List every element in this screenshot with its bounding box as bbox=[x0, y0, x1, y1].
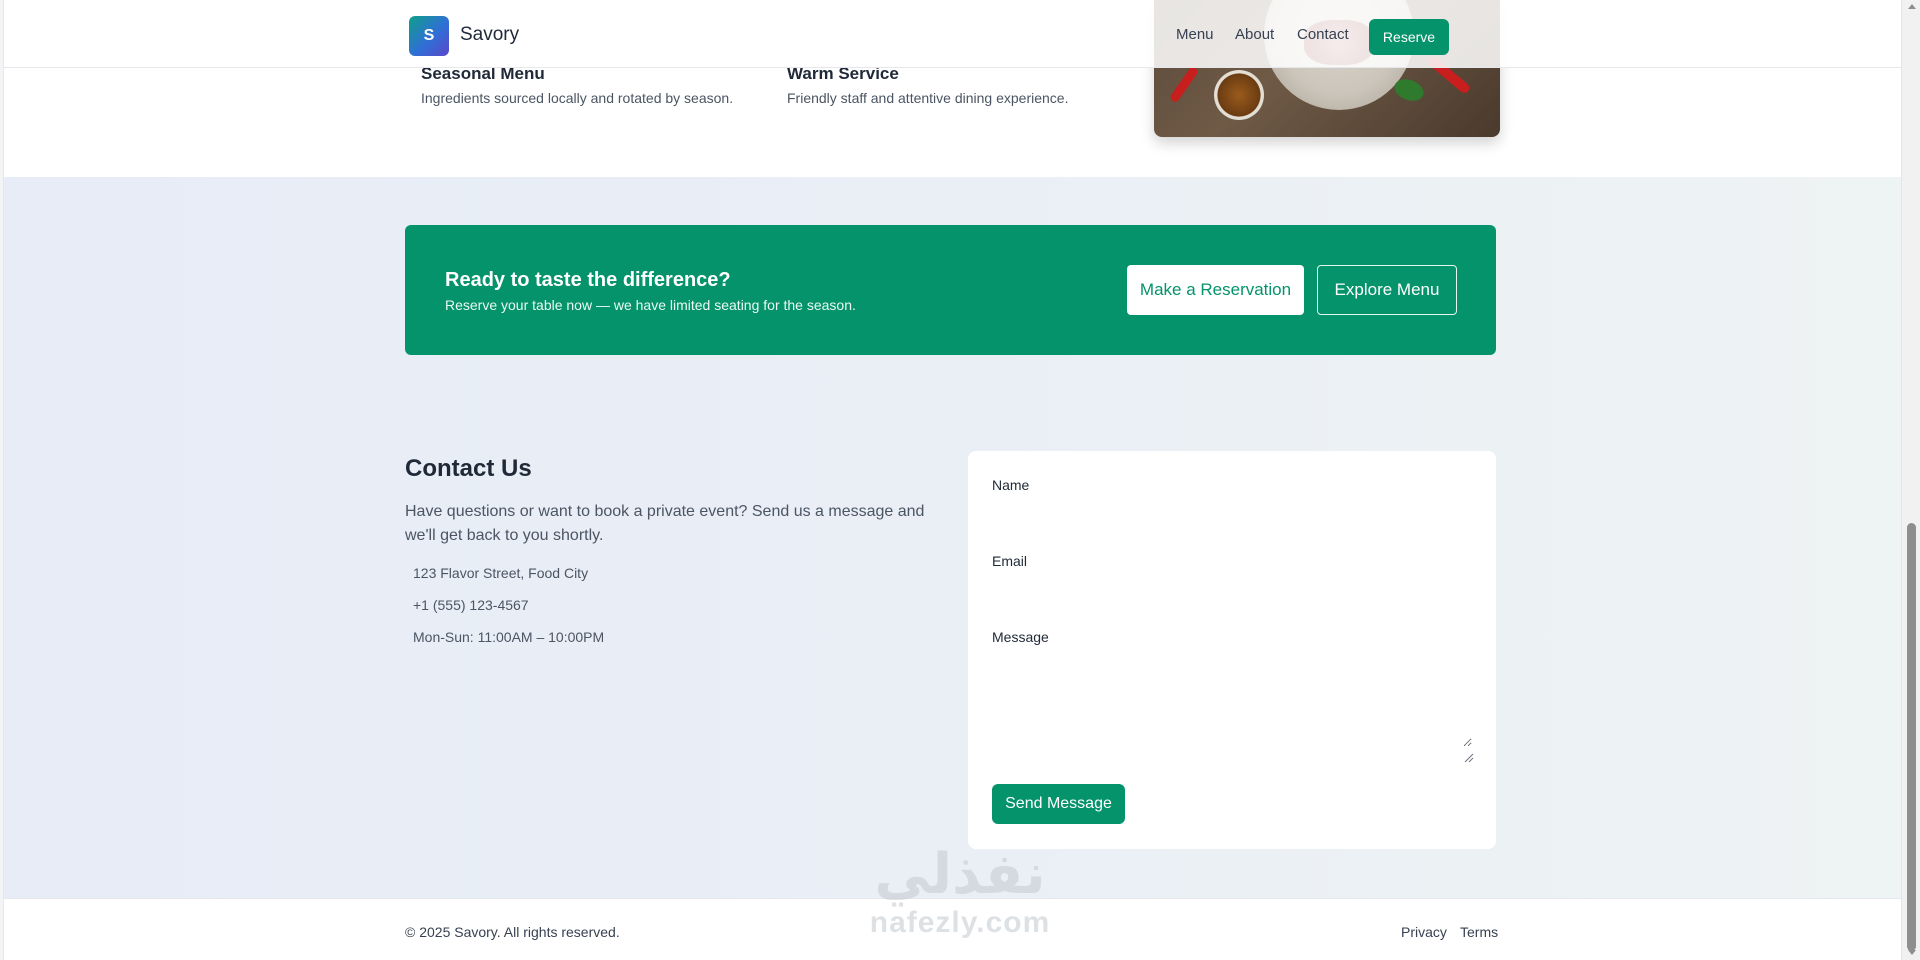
navbar: S Savory Menu About Contact Reserve bbox=[4, 0, 1901, 68]
feature-seasonal-menu: Seasonal Menu Ingredients sourced locall… bbox=[421, 64, 733, 106]
contact-hours: Mon-Sun: 11:00AM – 10:00PM bbox=[413, 629, 605, 645]
footer-link-terms[interactable]: Terms bbox=[1460, 924, 1498, 940]
feature-warm-service: Warm Service Friendly staff and attentiv… bbox=[787, 64, 1068, 106]
name-label: Name bbox=[992, 477, 1030, 493]
logo-icon[interactable]: S bbox=[409, 16, 449, 56]
name-field[interactable] bbox=[992, 497, 1472, 527]
nav-link-menu[interactable]: Menu bbox=[1176, 26, 1214, 43]
nav-link-contact[interactable]: Contact bbox=[1297, 26, 1349, 43]
scroll-down-icon[interactable] bbox=[1908, 950, 1916, 955]
footer: © 2025 Savory. All rights reserved. Priv… bbox=[4, 898, 1901, 960]
send-message-button[interactable]: Send Message bbox=[992, 784, 1125, 824]
window-edge bbox=[0, 0, 4, 960]
reserve-button[interactable]: Reserve bbox=[1369, 19, 1449, 55]
email-field[interactable] bbox=[992, 573, 1472, 603]
contact-title: Contact Us bbox=[405, 455, 532, 482]
feature-description: Ingredients sourced locally and rotated … bbox=[421, 90, 734, 106]
copyright-text: © 2025 Savory. All rights reserved. bbox=[405, 924, 620, 940]
brand-name[interactable]: Savory bbox=[460, 24, 519, 46]
contact-phone: +1 (555) 123-4567 bbox=[413, 597, 529, 613]
contact-form: Name Email Message Send Message bbox=[968, 451, 1496, 849]
nav-link-about[interactable]: About bbox=[1235, 26, 1274, 43]
feature-description: Friendly staff and attentive dining expe… bbox=[787, 90, 1069, 106]
resize-grip-icon[interactable] bbox=[1464, 753, 1474, 763]
footer-link-privacy[interactable]: Privacy bbox=[1401, 924, 1447, 940]
scrollbar-thumb[interactable] bbox=[1907, 523, 1916, 951]
make-reservation-button[interactable]: Make a Reservation bbox=[1127, 265, 1304, 315]
explore-menu-button[interactable]: Explore Menu bbox=[1317, 265, 1457, 315]
contact-address: 123 Flavor Street, Food City bbox=[413, 565, 589, 581]
cta-title: Ready to taste the difference? bbox=[445, 269, 731, 291]
vertical-scrollbar[interactable] bbox=[1901, 0, 1920, 960]
email-label: Email bbox=[992, 553, 1028, 569]
contact-description: Have questions or want to book a private… bbox=[405, 503, 925, 544]
cta-banner: Ready to taste the difference? Reserve y… bbox=[405, 225, 1496, 355]
message-field[interactable] bbox=[992, 637, 1472, 747]
cta-subtitle: Reserve your table now — we have limited… bbox=[445, 297, 856, 313]
scroll-up-icon[interactable] bbox=[1908, 4, 1916, 9]
